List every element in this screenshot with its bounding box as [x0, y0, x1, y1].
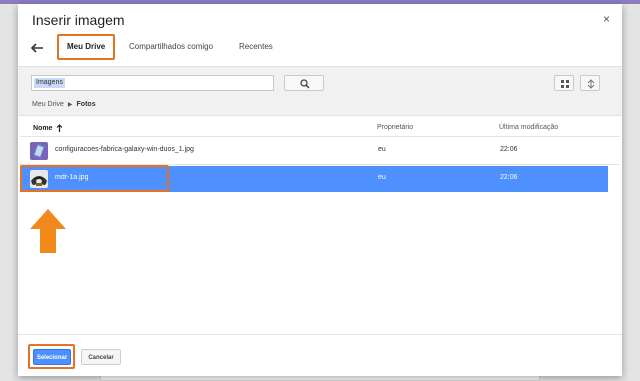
select-button[interactable]: Selecionar [33, 349, 71, 365]
breadcrumb-root[interactable]: Meu Drive [32, 101, 64, 108]
row-divider [20, 164, 620, 165]
file-owner: eu [378, 146, 386, 153]
toolbar: Imagens Meu Drive ▶ Fotos [18, 66, 622, 116]
dialog-title: Inserir imagem [32, 12, 125, 28]
tab-shared-with-me[interactable]: Compartilhados comigo [129, 42, 213, 51]
search-button[interactable] [284, 75, 324, 91]
cancel-button[interactable]: Cancelar [81, 349, 121, 365]
sort-icon [587, 79, 595, 89]
column-header-modified[interactable]: Última modificação [499, 124, 558, 131]
file-row-selected[interactable]: mdr-1a.jpg eu 22:06 [20, 166, 608, 192]
grid-view-icon [561, 80, 569, 88]
tab-highlight-outline [57, 34, 115, 60]
grid-view-button[interactable] [554, 75, 574, 91]
search-icon [300, 79, 310, 89]
breadcrumb: Meu Drive ▶ Fotos [32, 101, 96, 108]
file-name: configuracoes-fabrica-galaxy-win-duos_1.… [55, 146, 194, 153]
file-row[interactable]: configuracoes-fabrica-galaxy-win-duos_1.… [20, 138, 608, 164]
close-icon[interactable]: × [603, 13, 610, 25]
insert-image-dialog: Inserir imagem × Meu Drive Compartilhado… [18, 4, 622, 376]
search-input[interactable]: Imagens [31, 75, 274, 91]
dialog-footer: Selecionar Cancelar [18, 334, 622, 376]
annotation-arrow-icon [30, 209, 66, 258]
tab-recent[interactable]: Recentes [239, 42, 273, 51]
file-thumbnail [30, 142, 48, 160]
file-modified: 22:06 [500, 174, 518, 181]
column-header-name[interactable]: Nome [33, 124, 63, 134]
search-filter-chip[interactable]: Imagens [34, 78, 65, 88]
sort-up-arrow-icon [56, 124, 63, 134]
sort-options-button[interactable] [580, 75, 600, 91]
file-name: mdr-1a.jpg [55, 174, 89, 181]
chevron-right-icon: ▶ [67, 102, 73, 108]
back-arrow-icon[interactable] [30, 42, 46, 56]
file-thumbnail [30, 170, 48, 188]
header-divider [20, 136, 620, 137]
breadcrumb-current: Fotos [76, 101, 96, 108]
file-modified: 22:06 [500, 146, 518, 153]
file-owner: eu [378, 174, 386, 181]
column-header-owner[interactable]: Proprietário [377, 124, 413, 131]
